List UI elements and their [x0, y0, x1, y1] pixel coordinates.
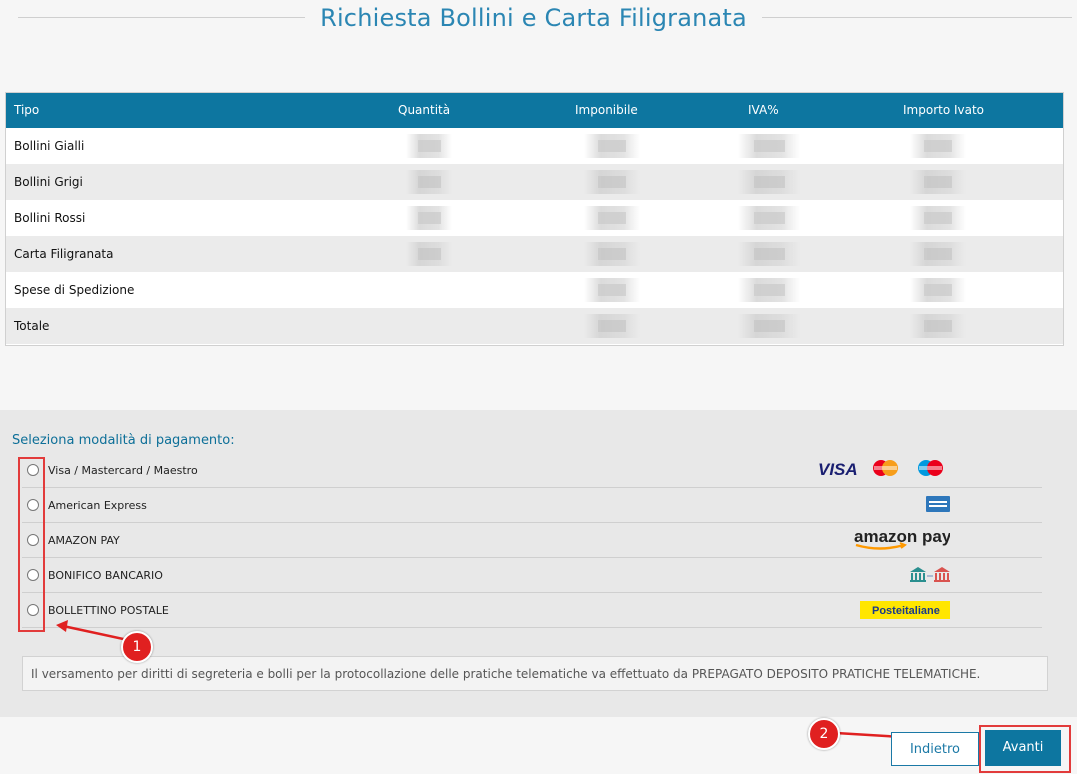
blurred-importo: [910, 170, 966, 194]
payment-option-amazon[interactable]: AMAZON PAY amazon pay: [22, 523, 1042, 558]
row-label: Spese di Spedizione: [14, 283, 135, 297]
row-label: Bollini Rossi: [14, 211, 86, 225]
blurred-imponibile: [584, 278, 640, 302]
poste-italiane-text: Posteitaliane: [872, 605, 940, 617]
col-tipo: Tipo: [14, 103, 40, 117]
blurred-iva: [738, 170, 800, 194]
blurred-importo: [910, 314, 966, 338]
table-row: Bollini Gialli: [6, 128, 1063, 164]
blurred-importo: [910, 242, 966, 266]
blurred-iva: [738, 242, 800, 266]
blurred-importo: [910, 278, 966, 302]
payment-section: Seleziona modalità di pagamento: Visa / …: [0, 410, 1077, 717]
bank-transfer-icon: [910, 567, 950, 587]
blurred-iva: [738, 314, 800, 338]
option-label: Visa / Mastercard / Maestro: [48, 464, 198, 477]
annotation-badge-2: 2: [808, 718, 840, 750]
blurred-imponibile: [584, 206, 640, 230]
amex-card-icon: [926, 496, 950, 516]
blurred-importo: [910, 206, 966, 230]
blurred-imponibile: [584, 170, 640, 194]
payment-note-text: Il versamento per diritti di segreteria …: [31, 667, 981, 681]
maestro-icon: [918, 460, 943, 476]
amazon-pay-logo: amazon pay: [852, 526, 952, 556]
blurred-quantity: [406, 170, 452, 194]
blurred-quantity: [406, 134, 452, 158]
blurred-imponibile: [584, 242, 640, 266]
title-bar: Richiesta Bollini e Carta Filigranata: [0, 0, 1077, 40]
blurred-imponibile: [584, 314, 640, 338]
option-label: AMAZON PAY: [48, 534, 120, 547]
order-table: Tipo Quantità Imponibile IVA% Importo Iv…: [5, 92, 1064, 346]
blurred-iva: [738, 134, 800, 158]
radio-highlight-box: [18, 457, 45, 632]
payment-option-bonifico[interactable]: BONIFICO BANCARIO: [22, 558, 1042, 593]
payment-option-visa[interactable]: Visa / Mastercard / Maestro VISA: [22, 453, 1042, 488]
col-iva: IVA%: [748, 103, 779, 117]
title-divider-right: [762, 17, 1072, 18]
blurred-imponibile: [584, 134, 640, 158]
table-row: Carta Filigranata: [6, 236, 1063, 272]
payment-title: Seleziona modalità di pagamento:: [12, 433, 235, 448]
annotation-badge-1: 1: [121, 631, 153, 663]
row-label: Bollini Grigi: [14, 175, 83, 189]
blurred-quantity: [406, 242, 452, 266]
visa-mastercard-maestro-logo: VISA: [818, 458, 950, 484]
blurred-iva: [738, 278, 800, 302]
mastercard-icon: [873, 460, 898, 476]
poste-italiane-logo: Posteitaliane: [860, 601, 950, 623]
row-label: Bollini Gialli: [14, 139, 85, 153]
blurred-importo: [910, 134, 966, 158]
visa-logo-text: VISA: [818, 460, 858, 479]
col-imponibile: Imponibile: [575, 103, 638, 117]
blurred-iva: [738, 206, 800, 230]
row-label: Totale: [14, 319, 50, 333]
table-row: Bollini Rossi: [6, 200, 1063, 236]
col-quantita: Quantità: [398, 103, 451, 117]
page-title: Richiesta Bollini e Carta Filigranata: [320, 4, 747, 32]
payment-option-bollettino[interactable]: BOLLETTINO POSTALE Posteitaliane: [22, 593, 1042, 628]
blurred-quantity: [406, 206, 452, 230]
back-button[interactable]: Indietro: [891, 732, 979, 766]
table-row: Bollini Grigi: [6, 164, 1063, 200]
table-header: Tipo Quantità Imponibile IVA% Importo Iv…: [6, 93, 1063, 128]
row-label: Carta Filigranata: [14, 247, 114, 261]
option-label: BOLLETTINO POSTALE: [48, 604, 169, 617]
table-row: Totale: [6, 308, 1063, 344]
payment-option-amex[interactable]: American Express: [22, 488, 1042, 523]
col-importo: Importo Ivato: [903, 103, 985, 117]
payment-note: Il versamento per diritti di segreteria …: [22, 656, 1048, 691]
option-label: American Express: [48, 499, 147, 512]
next-button[interactable]: Avanti: [985, 730, 1061, 766]
table-row: Spese di Spedizione: [6, 272, 1063, 308]
option-label: BONIFICO BANCARIO: [48, 569, 163, 582]
title-divider-left: [18, 17, 305, 18]
